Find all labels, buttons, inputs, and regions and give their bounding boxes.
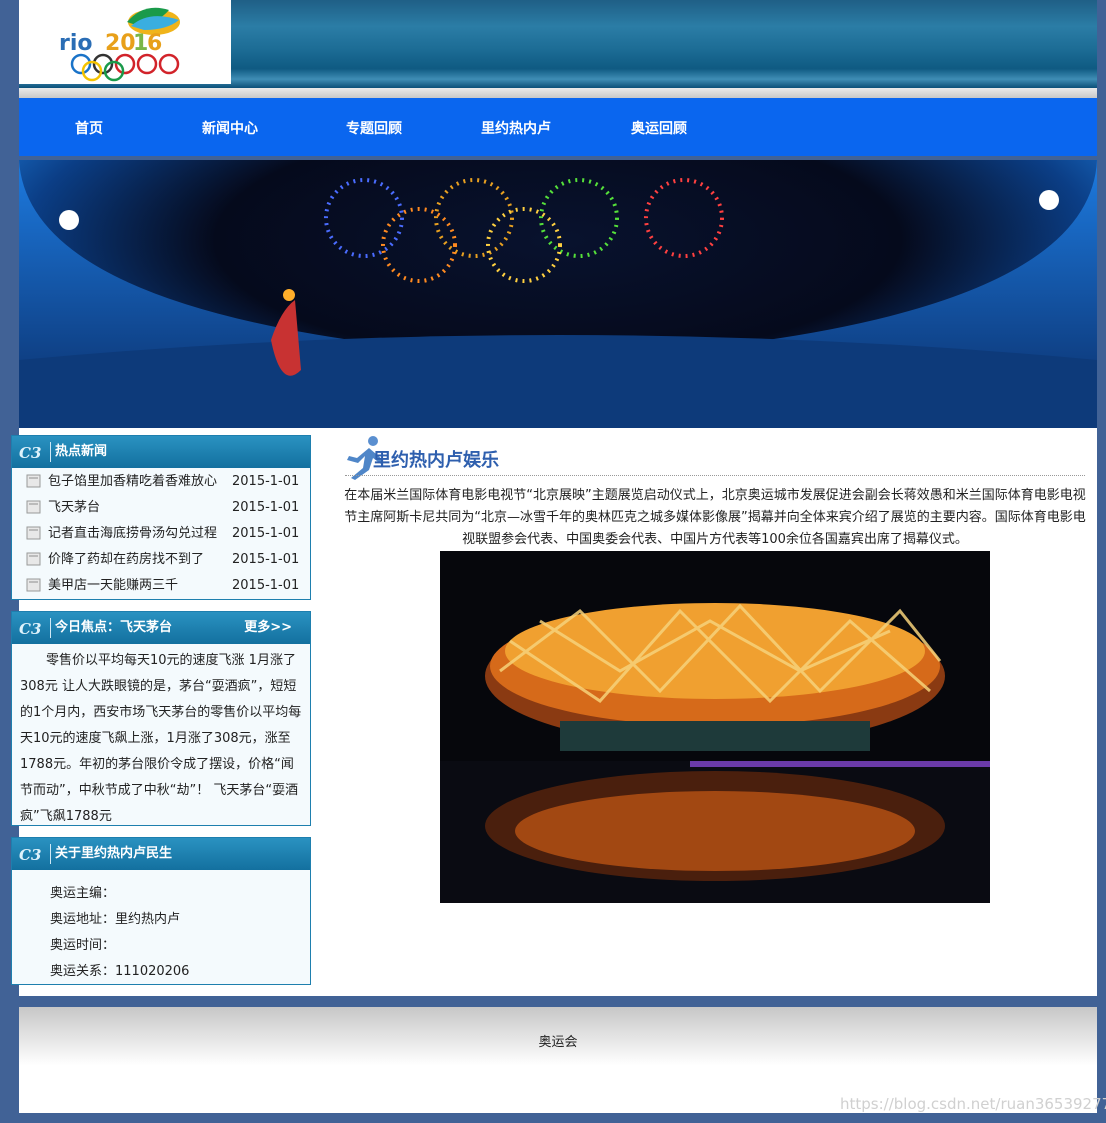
- about-panel: C3 关于里约热内卢民生 奥运主编： 奥运地址：里约热内卢 奥运时间： 奥运关系…: [11, 837, 311, 985]
- header-separator: [50, 844, 51, 864]
- header: rio 20 1 6: [19, 0, 1097, 88]
- focus-header: C3 今日焦点：飞天茅台 更多>>: [12, 612, 310, 644]
- nav-item-olympics-review[interactable]: 奥运回顾: [631, 98, 687, 156]
- hot-news-header: C3 热点新闻: [12, 436, 310, 468]
- svg-text:rio: rio: [59, 31, 93, 56]
- nav-item-rio[interactable]: 里约热内卢: [481, 98, 551, 156]
- news-date: 2015-1-01: [232, 500, 300, 515]
- document-icon: [26, 526, 41, 540]
- article-title: 里约热内卢娱乐: [373, 450, 499, 471]
- rio-2016-logo[interactable]: rio 20 1 6: [19, 0, 231, 84]
- focus-panel: C3 今日焦点：飞天茅台 更多>> 零售价以平均每天10元的速度飞涨 1月涨了3…: [11, 611, 311, 826]
- svg-text:20: 20: [105, 31, 136, 56]
- focus-title: 今日焦点：飞天茅台: [55, 620, 173, 635]
- news-item[interactable]: 记者直击海底捞骨汤勾兑过程 2015-1-01: [12, 521, 310, 547]
- news-title[interactable]: 记者直击海底捞骨汤勾兑过程: [48, 521, 217, 547]
- main-nav: 首页 新闻中心 专题回顾 里约热内卢 奥运回顾: [19, 98, 1097, 156]
- about-editor: 奥运主编：: [50, 886, 116, 901]
- article-body: 在本届米兰国际体育电影电视节“北京展映”主题展览启动仪式上，北京奥运城市发展促进…: [344, 488, 1086, 547]
- panel-logo-icon: C3: [19, 444, 41, 462]
- birds-nest-stadium-image: [440, 551, 990, 903]
- about-address: 奥运地址：里约热内卢: [50, 912, 181, 927]
- about-contact: 奥运关系：111020206: [50, 964, 190, 979]
- panel-logo-icon: C3: [19, 620, 41, 638]
- hot-news-title: 热点新闻: [55, 444, 108, 459]
- news-date: 2015-1-01: [232, 552, 300, 567]
- document-icon: [26, 578, 41, 592]
- about-time: 奥运时间：: [50, 938, 116, 953]
- news-item[interactable]: 飞天茅台 2015-1-01: [12, 495, 310, 521]
- news-item[interactable]: 价降了药却在药房找不到了 2015-1-01: [12, 547, 310, 573]
- banner-olympic-fireworks: [19, 160, 1097, 428]
- news-title[interactable]: 飞天茅台: [48, 495, 100, 521]
- about-header: C3 关于里约热内卢民生: [12, 838, 310, 870]
- document-icon: [26, 500, 41, 514]
- csdn-watermark: https://blog.csdn.net/ruan365392777: [840, 1095, 1106, 1113]
- nav-item-home[interactable]: 首页: [75, 98, 103, 156]
- svg-text:C3: C3: [19, 444, 41, 462]
- header-divider: [19, 88, 1097, 98]
- news-date: 2015-1-01: [232, 578, 300, 593]
- footer-text: 奥运会: [538, 1035, 578, 1050]
- document-icon: [26, 552, 41, 566]
- svg-text:6: 6: [147, 31, 162, 56]
- hot-news-panel: C3 热点新闻 包子馅里加香精吃着香难放心 2015-1-01 飞天茅台 201…: [11, 435, 311, 600]
- news-item[interactable]: 美甲店一天能赚两三千 2015-1-01: [12, 573, 310, 599]
- focus-text: 零售价以平均每天10元的速度飞涨 1月涨了308元 让人大跌眼镜的是，茅台“耍酒…: [20, 653, 302, 824]
- header-separator: [50, 442, 51, 462]
- nav-item-news-center[interactable]: 新闻中心: [202, 98, 258, 156]
- article-divider: [345, 475, 1085, 476]
- nav-item-topics[interactable]: 专题回顾: [346, 98, 402, 156]
- news-title[interactable]: 美甲店一天能赚两三千: [48, 573, 178, 599]
- news-item[interactable]: 包子馅里加香精吃着香难放心 2015-1-01: [12, 469, 310, 495]
- header-separator: [50, 618, 51, 638]
- news-title[interactable]: 包子馅里加香精吃着香难放心: [48, 469, 217, 495]
- panel-logo-icon: C3: [19, 846, 41, 864]
- news-date: 2015-1-01: [232, 526, 300, 541]
- about-title: 关于里约热内卢民生: [55, 846, 173, 861]
- document-icon: [26, 474, 41, 488]
- svg-text:C3: C3: [19, 846, 41, 864]
- news-title[interactable]: 价降了药却在药房找不到了: [48, 547, 204, 573]
- svg-text:C3: C3: [19, 620, 41, 638]
- more-link[interactable]: 更多>>: [244, 612, 292, 644]
- news-date: 2015-1-01: [232, 474, 300, 489]
